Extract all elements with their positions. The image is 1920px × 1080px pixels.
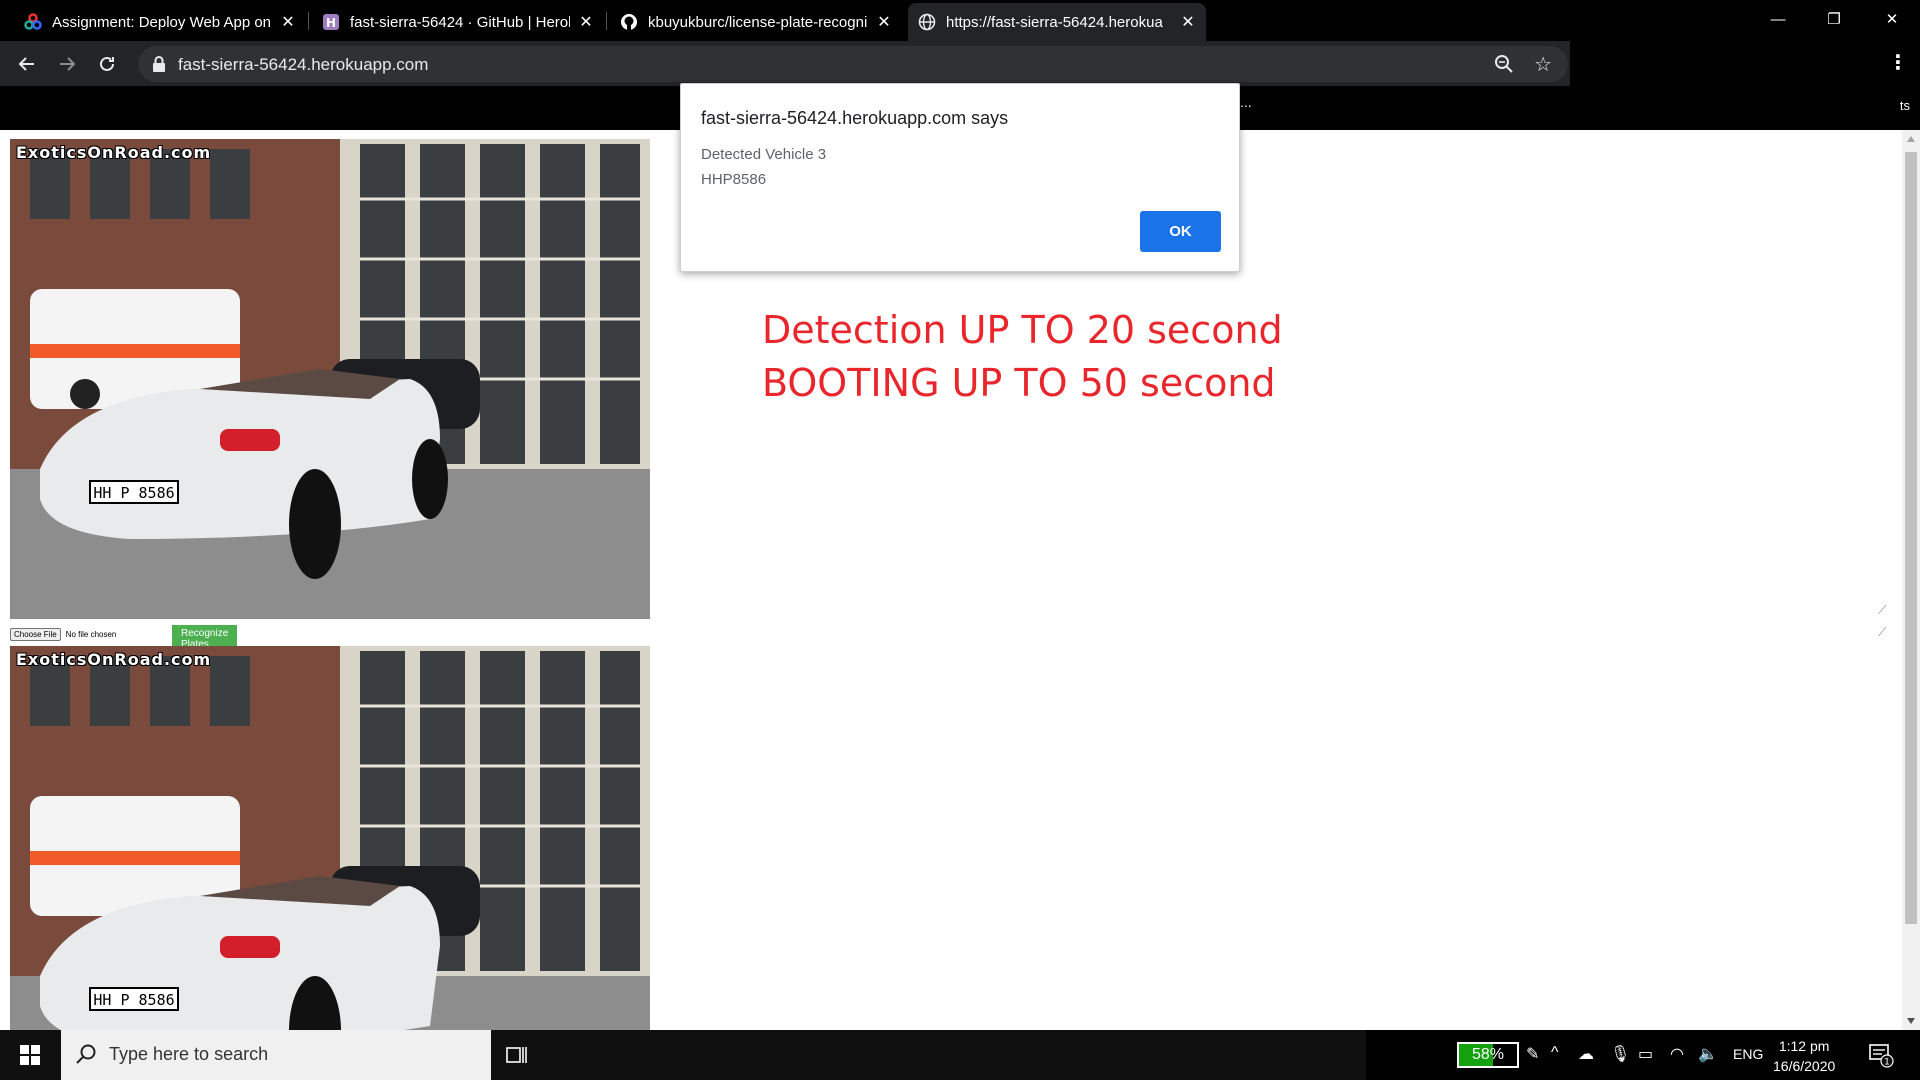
close-icon[interactable]: ✕ [578,12,594,32]
notification-icon[interactable]: 1 [1868,1042,1894,1073]
close-icon[interactable]: ✕ [280,12,296,32]
tab-github-heroku[interactable]: H fast-sierra-56424 · GitHub | Herol ✕ [312,3,604,41]
search-placeholder: Type here to search [109,1044,269,1064]
resize-handle-icon[interactable]: ⟋ [1878,625,1886,640]
tab-separator [308,12,309,30]
close-icon[interactable]: ✕ [876,12,892,32]
tab-title: kbuyukburc/license-plate-recogni [648,13,868,31]
cloud-icon[interactable]: ☁ [1578,1044,1594,1064]
browser-toolbar: fast-sierra-56424.herokuapp.com ☆ ⋮ [0,41,1920,86]
volume-icon[interactable]: 🔈 [1698,1044,1718,1064]
clock-date: 16/6/2020 [1773,1058,1836,1074]
tab-herokuapp-active[interactable]: https://fast-sierra-56424.herokua ✕ [908,3,1206,41]
header-right-text: ts [1899,98,1910,113]
dialog-message-vehicle: Detected Vehicle 3 [701,146,827,163]
timing-warning: Detection UP TO 20 second BOOTING UP TO … [762,304,1283,410]
tab-separator [606,12,607,30]
car-photo: HH P 8586 ExoticsOnRoad.com [10,139,650,619]
close-window-button[interactable]: ✕ [1864,0,1920,38]
menu-dots-icon[interactable]: ⋮ [1888,50,1908,75]
minimize-button[interactable]: — [1750,0,1806,38]
upload-controls: Choose File No file chosen Recognize Pla… [10,624,238,653]
choose-file-button[interactable]: Choose File [10,627,61,641]
microphone-icon[interactable]: 🎙 [1610,1044,1630,1064]
github-icon [620,13,638,31]
back-arrow-icon[interactable] [13,50,41,78]
scrollbar-thumb[interactable] [1905,152,1917,924]
clock[interactable]: 1:12 pm 16/6/2020 [1773,1036,1835,1076]
scroll-down-arrow-icon[interactable] [1907,1018,1915,1024]
tab-title: fast-sierra-56424 · GitHub | Herol [350,13,570,31]
dialog-message-plate: HHP8586 [701,171,767,188]
windows-start-icon[interactable] [0,1030,60,1080]
reload-icon[interactable] [93,50,121,78]
svg-text:H: H [326,16,336,30]
svg-text:HH P 8586: HH P 8586 [93,991,174,1009]
close-icon[interactable]: ✕ [1180,12,1196,32]
forward-arrow-icon[interactable] [53,50,81,78]
toolbar-right-area: ⋮ [1570,41,1920,86]
pen-icon[interactable]: ✎ [1526,1044,1539,1064]
restore-button[interactable]: ❐ [1806,0,1862,38]
search-icon [75,1043,97,1070]
svg-text:1: 1 [1884,1058,1890,1068]
heroku-icon: H [322,13,340,31]
tab-github-repo[interactable]: kbuyukburc/license-plate-recogni ✕ [610,3,902,41]
alert-dialog: fast-sierra-56424.herokuapp.com says Det… [680,83,1240,272]
chevron-up-icon[interactable]: ^ [1551,1044,1559,1062]
battery-indicator[interactable]: 58% [1457,1042,1519,1068]
clock-time: 1:12 pm [1778,1038,1830,1054]
ellipsis-text: ... [1240,94,1252,110]
svg-text:HH P 8586: HH P 8586 [93,484,174,502]
bookmark-star-icon[interactable]: ☆ [1534,52,1552,77]
lock-icon [152,55,166,78]
warning-line-detection: Detection UP TO 20 second [762,308,1283,352]
watermark-text: ExoticsOnRoad.com [16,650,212,669]
vertical-scrollbar[interactable] [1902,130,1920,1030]
url-text: fast-sierra-56424.herokuapp.com [178,55,429,74]
tab-title: https://fast-sierra-56424.herokua [946,13,1163,31]
tab-title: Assignment: Deploy Web App on [52,13,272,31]
tab-assignment[interactable]: Assignment: Deploy Web App on ✕ [14,3,306,41]
tab-strip: Assignment: Deploy Web App on ✕ H fast-s… [0,0,1920,41]
battery-icon[interactable]: ▭ [1638,1044,1653,1064]
result-car-photo: HH P 8586 ExoticsOnRoad.com [10,646,650,1030]
scroll-up-arrow-icon[interactable] [1907,136,1915,142]
dialog-title: fast-sierra-56424.herokuapp.com says [701,108,1009,128]
no-file-label: No file chosen [65,629,117,639]
resize-handle-icon[interactable]: ⟋ [1878,603,1886,618]
taskbar-search-box[interactable]: Type here to search [61,1030,491,1080]
windows-taskbar: Type here to search 58% ✎ ^ ☁ 🎙 ▭ ◠ 🔈 EN… [0,1030,1920,1080]
globe-icon [918,13,936,31]
language-indicator[interactable]: ENG [1733,1046,1763,1062]
task-view-icon[interactable] [504,1043,528,1072]
wifi-icon[interactable]: ◠ [1670,1044,1684,1064]
address-bar[interactable]: fast-sierra-56424.herokuapp.com ☆ [138,46,1568,82]
battery-percent: 58% [1471,1046,1505,1063]
colorful-logo-icon [24,13,42,31]
ok-button[interactable]: OK [1140,211,1221,252]
watermark-text: ExoticsOnRoad.com [16,143,212,162]
zoom-icon[interactable] [1494,54,1514,79]
warning-line-booting: BOOTING UP TO 50 second [762,361,1276,405]
